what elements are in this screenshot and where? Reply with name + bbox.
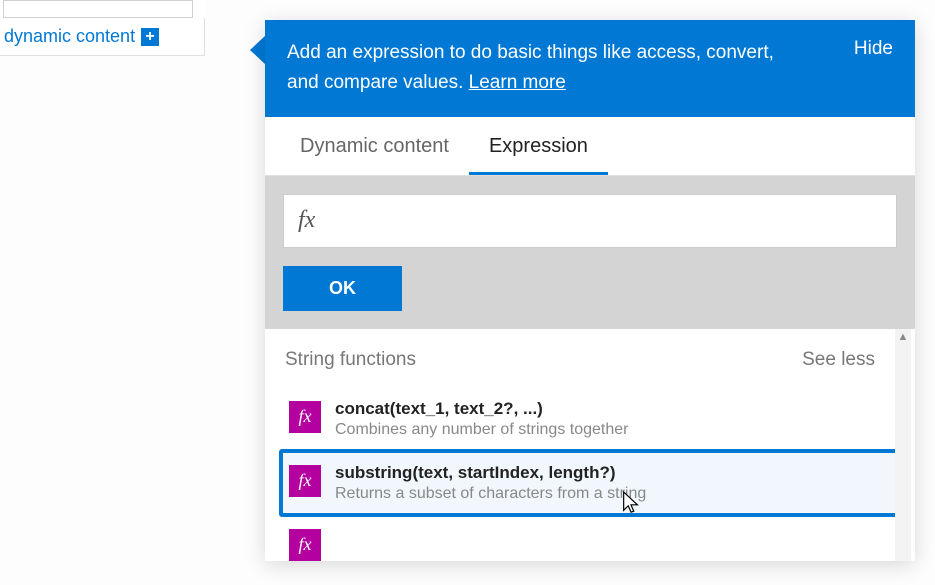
tab-dynamic-content[interactable]: Dynamic content bbox=[280, 117, 469, 175]
section-title: String functions bbox=[285, 349, 416, 371]
fx-icon: fx bbox=[298, 207, 315, 234]
scrollbar[interactable]: ▲ bbox=[895, 329, 911, 561]
section-header: String functions See less bbox=[265, 329, 915, 391]
see-less-link[interactable]: See less bbox=[802, 349, 875, 371]
tab-expression[interactable]: Expression bbox=[469, 117, 608, 175]
hide-button[interactable]: Hide bbox=[854, 38, 893, 60]
function-description: Returns a subset of characters from a st… bbox=[335, 485, 646, 503]
function-list-area: ▲ String functions See less fx concat(te… bbox=[265, 329, 915, 561]
function-item-partial[interactable]: fx bbox=[283, 519, 897, 561]
learn-more-link[interactable]: Learn more bbox=[469, 72, 566, 93]
header-description: Add an expression to do basic things lik… bbox=[287, 38, 797, 99]
plus-icon: + bbox=[141, 28, 159, 46]
function-item-substring[interactable]: fx substring(text, startIndex, length?) … bbox=[279, 449, 901, 517]
function-title: concat(text_1, text_2?, ...) bbox=[335, 399, 628, 419]
popout-header: Add an expression to do basic things lik… bbox=[265, 20, 915, 117]
expression-input-area: fx OK bbox=[265, 176, 915, 329]
function-description: Combines any number of strings together bbox=[335, 421, 628, 439]
tab-bar: Dynamic content Expression bbox=[265, 117, 915, 176]
fx-badge-icon: fx bbox=[289, 401, 321, 433]
ok-button[interactable]: OK bbox=[283, 266, 402, 311]
function-item-concat[interactable]: fx concat(text_1, text_2?, ...) Combines… bbox=[283, 391, 897, 447]
expression-editor-popout: Add an expression to do basic things lik… bbox=[265, 20, 915, 561]
function-list: fx concat(text_1, text_2?, ...) Combines… bbox=[265, 391, 915, 517]
callout-pointer bbox=[250, 35, 266, 65]
add-dynamic-content-link[interactable]: dynamic content + bbox=[0, 18, 205, 56]
scroll-up-arrow-icon[interactable]: ▲ bbox=[895, 329, 911, 345]
function-title: substring(text, startIndex, length?) bbox=[335, 463, 646, 483]
dynamic-content-label: dynamic content bbox=[4, 26, 135, 47]
value-input-field[interactable] bbox=[3, 0, 193, 18]
fx-badge-icon: fx bbox=[289, 465, 321, 497]
expression-input[interactable]: fx bbox=[283, 194, 897, 248]
fx-badge-icon: fx bbox=[289, 529, 321, 561]
